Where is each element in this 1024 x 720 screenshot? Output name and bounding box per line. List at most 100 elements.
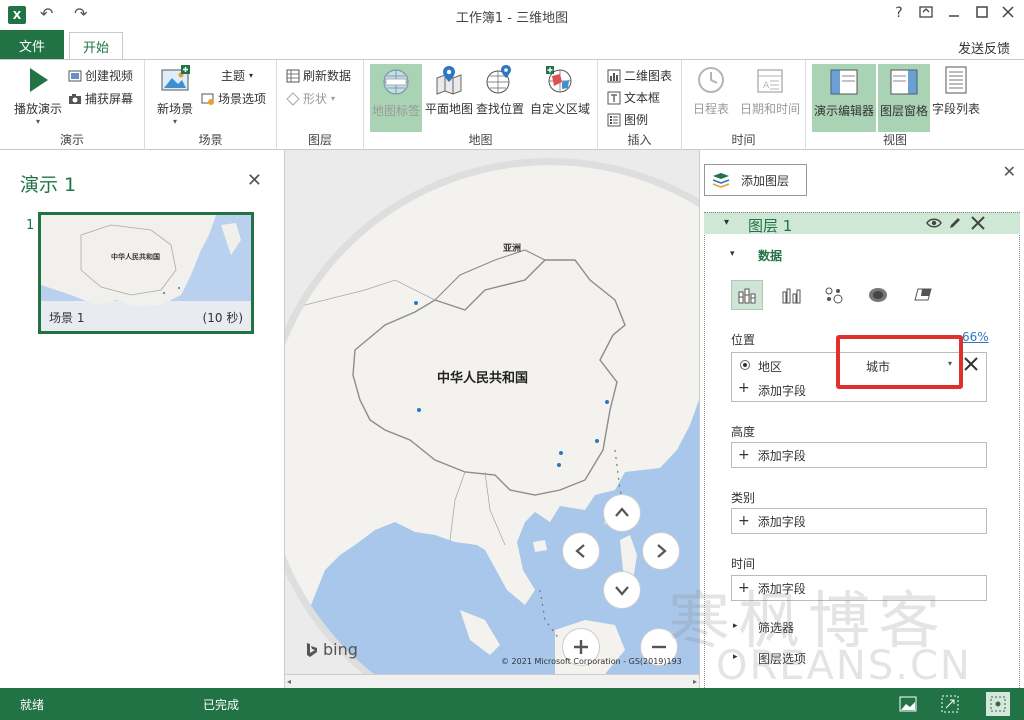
category-well[interactable]: + 添加字段 <box>731 508 987 534</box>
text-box-icon <box>607 91 621 105</box>
scene-thumbnail[interactable]: 中华人民共和国 场景 1 (10 秒) <box>38 212 254 334</box>
bubble-type-button[interactable] <box>818 280 850 310</box>
heatmap-type-button[interactable] <box>862 280 894 310</box>
delete-layer-icon[interactable] <box>970 215 986 234</box>
pan-up-button[interactable] <box>603 494 641 532</box>
collapse-data-icon[interactable]: ▾ <box>730 249 735 259</box>
maximize-icon[interactable] <box>972 5 992 23</box>
height-well[interactable]: + 添加字段 <box>731 442 987 468</box>
theme-button[interactable]: 主题 ▾ <box>221 67 253 84</box>
map-labels-button[interactable]: 地图标签 <box>370 64 422 132</box>
chart-2d-button[interactable]: 二维图表 <box>607 67 672 84</box>
pencil-icon[interactable] <box>948 216 962 233</box>
country-label: 中华人民共和国 <box>437 370 528 386</box>
collapse-layer-icon[interactable]: ▾ <box>724 217 729 228</box>
clustered-column-type-button[interactable] <box>776 280 808 310</box>
group-insert: 二维图表 文本框 图例 插入 <box>598 60 682 150</box>
date-time-button[interactable]: A 日期和时间 <box>736 64 804 117</box>
video-icon <box>68 69 82 83</box>
chevron-down-icon: ▾ <box>249 71 254 80</box>
legend-button[interactable]: 图例 <box>607 111 648 128</box>
map-horizontal-scrollbar[interactable]: ◂ ▸ <box>285 674 699 688</box>
group-time-label: 时间 <box>731 133 756 147</box>
layer-header[interactable]: ▾ 图层 1 <box>704 212 1020 236</box>
timeline-button[interactable]: 日程表 <box>686 64 736 117</box>
tab-file[interactable]: 文件 <box>0 30 64 60</box>
chevron-down-icon: ▾ <box>331 94 336 103</box>
shapes-icon <box>286 91 300 106</box>
play-tour-button[interactable]: 播放演示 ▾ <box>8 64 68 126</box>
expand-layer-options-icon[interactable]: ▸ <box>733 652 738 662</box>
screen-capture-icon[interactable] <box>940 694 960 717</box>
map-view-icon[interactable] <box>898 694 918 717</box>
scroll-left-icon[interactable]: ◂ <box>287 677 291 686</box>
layer-pane-label: 图层窗格 <box>879 104 928 118</box>
plus-icon: + <box>738 447 750 463</box>
close-layer-pane-icon[interactable]: ✕ <box>1003 162 1016 181</box>
scene-options-icon <box>201 92 215 106</box>
shapes-button[interactable]: 形状 ▾ <box>286 90 335 107</box>
capture-screen-label: 捕获屏幕 <box>85 92 134 106</box>
date-time-label: 日期和时间 <box>739 102 800 116</box>
close-window-icon[interactable] <box>998 5 1018 23</box>
layer-pane-icon <box>888 66 920 98</box>
globe-map-view[interactable]: 亚洲 中华人民共和国 bing © 2021 Microsoft Corpora… <box>285 150 699 674</box>
group-layer: 刷新数据 形状 ▾ 图层 <box>277 60 364 150</box>
time-well[interactable]: + 添加字段 <box>731 575 987 601</box>
minimize-icon[interactable] <box>944 5 964 23</box>
capture-screen-button[interactable]: 捕获屏幕 <box>68 90 133 107</box>
location-field-name: 地区 <box>758 360 783 374</box>
text-box-button[interactable]: 文本框 <box>607 89 660 106</box>
help-button[interactable]: ? <box>889 5 909 21</box>
layer-pane-button[interactable]: 图层窗格 <box>878 64 930 132</box>
filters-section[interactable]: 筛选器 <box>758 619 794 636</box>
stacked-column-type-button[interactable] <box>731 280 763 310</box>
field-list-button[interactable]: 字段列表 <box>930 64 982 117</box>
tab-home[interactable]: 开始 <box>69 32 123 60</box>
tour-editor-button[interactable]: 演示编辑器 <box>812 64 876 132</box>
status-bar: 就绪 已完成 <box>0 688 1024 720</box>
flat-map-button[interactable]: 平面地图 <box>424 64 474 117</box>
custom-regions-button[interactable]: 自定义区域 <box>526 64 594 117</box>
scroll-right-icon[interactable]: ▸ <box>693 677 697 686</box>
location-confidence-link[interactable]: 66% <box>962 330 989 344</box>
minus-icon <box>652 645 666 649</box>
add-layer-button[interactable]: 添加图层 <box>704 164 807 196</box>
add-location-field-button[interactable]: 添加字段 <box>758 382 806 399</box>
layer-name[interactable]: 图层 1 <box>748 215 792 236</box>
group-map-label: 地图 <box>468 133 493 147</box>
pan-left-button[interactable] <box>562 532 600 570</box>
refresh-data-button[interactable]: 刷新数据 <box>286 67 351 84</box>
chevron-up-icon <box>615 507 629 517</box>
location-radio[interactable] <box>740 360 750 370</box>
pan-right-button[interactable] <box>642 532 680 570</box>
pan-down-button[interactable] <box>603 571 641 609</box>
region-type-button[interactable] <box>907 280 939 310</box>
3d-maps-window: X ↶ ↷ 工作簿1 - 三维地图 ? 文件 开始 发送反馈 播放演示 ▾ 创建… <box>0 0 1024 720</box>
bing-text: bing <box>323 640 358 659</box>
play-icon <box>22 64 54 96</box>
send-feedback-button[interactable]: 发送反馈 <box>958 38 1010 57</box>
close-tour-panel-icon[interactable]: ✕ <box>247 170 262 191</box>
flat-map-icon <box>433 64 465 96</box>
group-view-label: 视图 <box>882 133 907 147</box>
field-list-icon <box>940 64 972 96</box>
remove-location-field-icon[interactable] <box>962 355 980 376</box>
theme-label: 主题 <box>221 69 246 83</box>
new-scene-button[interactable]: 新场景 ▾ <box>151 64 199 126</box>
add-location-field-icon[interactable]: + <box>738 380 750 396</box>
expand-filters-icon[interactable]: ▸ <box>733 621 738 631</box>
find-location-button[interactable]: 查找位置 <box>474 64 526 117</box>
layer-options-section[interactable]: 图层选项 <box>758 650 806 667</box>
eye-icon[interactable] <box>926 216 942 233</box>
plus-icon <box>574 640 588 654</box>
plus-icon: + <box>738 513 750 529</box>
scene-options-button[interactable]: 场景选项 <box>201 90 266 107</box>
custom-regions-icon <box>544 64 576 96</box>
legend-label: 图例 <box>624 113 649 127</box>
fullscreen-icon[interactable] <box>986 692 1010 716</box>
scene-options-label: 场景选项 <box>218 92 267 106</box>
restore-ribbon-icon[interactable] <box>916 5 936 23</box>
heatmap-icon <box>869 288 887 302</box>
create-video-button[interactable]: 创建视频 <box>68 67 133 84</box>
